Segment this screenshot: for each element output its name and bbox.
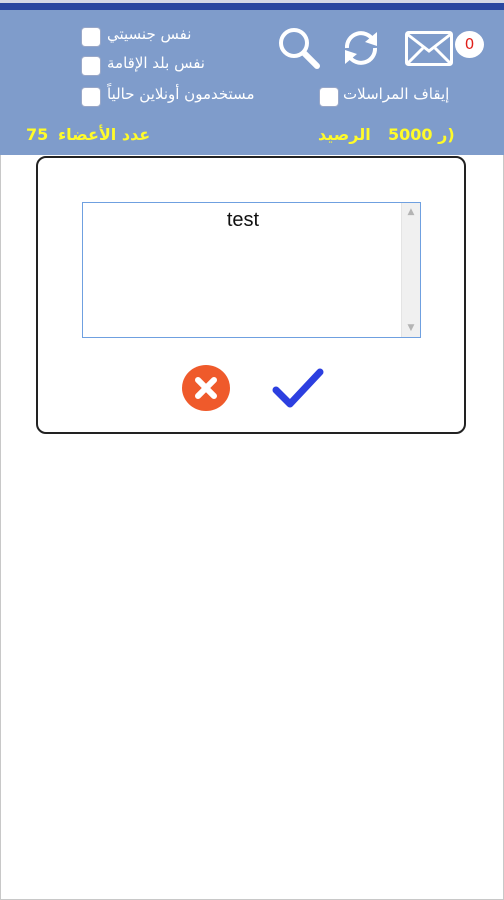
search-button[interactable]: [277, 26, 321, 70]
checkmark-icon: [272, 368, 324, 408]
scroll-down-icon[interactable]: ▼: [405, 323, 417, 333]
top-edge: [0, 0, 504, 3]
same-country-label: نفس بلد الإقامة: [107, 54, 205, 72]
search-icon: [279, 28, 320, 69]
confirm-button[interactable]: [272, 368, 324, 408]
message-text: test: [226, 209, 260, 231]
balance-value: (ر 5000: [388, 125, 455, 144]
online-now-checkbox[interactable]: [81, 87, 101, 107]
stop-messages-label: إيقاف المراسلات: [343, 85, 450, 103]
online-now-label: مستخدمون أونلاين حالياً: [107, 85, 255, 103]
balance-label: الرصيد: [318, 125, 371, 144]
same-nationality-checkbox[interactable]: [81, 27, 101, 47]
scroll-up-icon[interactable]: ▲: [405, 207, 417, 217]
cancel-button[interactable]: [182, 365, 230, 411]
same-country-checkbox[interactable]: [81, 56, 101, 76]
stop-messages-checkbox[interactable]: [319, 87, 339, 107]
mail-button[interactable]: [405, 31, 453, 67]
same-nationality-label: نفس جنسيتي: [107, 25, 192, 43]
refresh-button[interactable]: [339, 26, 383, 70]
mail-icon: [405, 31, 453, 66]
message-textarea[interactable]: test ▲ ▼: [82, 202, 421, 338]
refresh-icon: [345, 31, 377, 65]
message-count-badge: 0: [455, 31, 484, 58]
close-icon: [195, 377, 217, 399]
members-label: عدد الأعضاء: [58, 125, 151, 144]
textarea-scrollbar[interactable]: ▲ ▼: [401, 203, 420, 337]
members-count: 75: [26, 125, 49, 144]
